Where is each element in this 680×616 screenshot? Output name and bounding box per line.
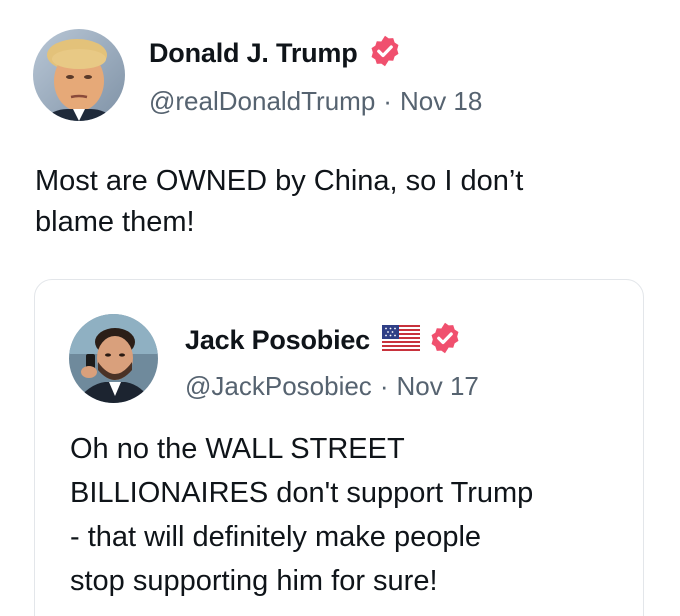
quoted-tweet-date[interactable]: Nov 17 — [396, 371, 478, 401]
author-name[interactable]: Donald J. Trump — [149, 38, 358, 69]
quoted-tweet-text: Oh no the WALL STREET BILLIONAIRES don't… — [70, 427, 630, 603]
avatar-image — [69, 314, 158, 403]
quoted-tweet-text-line: BILLIONAIRES don't support Trump — [70, 477, 534, 509]
tweet-text: Most are OWNED by China, so I don’t blam… — [35, 161, 655, 243]
author-handle[interactable]: @realDonaldTrump — [149, 86, 375, 116]
tweet-date[interactable]: Nov 18 — [400, 86, 482, 116]
verified-badge-icon — [368, 34, 402, 73]
quoted-author-handle[interactable]: @JackPosobiec — [185, 371, 372, 401]
tweet-screenshot: Donald J. Trump @realDonaldTrump · Nov 18 … — [0, 0, 680, 616]
quoted-tweet-text-line: - that will definitely make people — [70, 521, 482, 553]
verified-badge-icon — [428, 321, 462, 360]
author-avatar[interactable] — [33, 29, 125, 121]
tweet-text-line: Most are OWNED by China, so I don’t — [35, 165, 524, 197]
meta-separator: · — [383, 86, 392, 116]
quoted-author-name[interactable]: Jack Posobiec — [185, 325, 370, 356]
tweet-text-line: blame them! — [35, 206, 195, 238]
tweet-meta: @realDonaldTrump · Nov 18 — [149, 86, 482, 117]
quoted-author-avatar[interactable] — [69, 314, 158, 403]
quoted-tweet-text-line: stop supporting him for sure! — [70, 565, 438, 597]
quoted-tweet-meta: @JackPosobiec · Nov 17 — [185, 371, 479, 402]
avatar-image — [33, 29, 125, 121]
quoted-tweet-text-line: Oh no the WALL STREET — [70, 433, 405, 465]
meta-separator: · — [379, 371, 389, 401]
author-name-row: Donald J. Trump — [149, 33, 402, 73]
quoted-author-name-row: Jack Posobiec — [185, 320, 462, 360]
us-flag-icon — [382, 324, 421, 356]
